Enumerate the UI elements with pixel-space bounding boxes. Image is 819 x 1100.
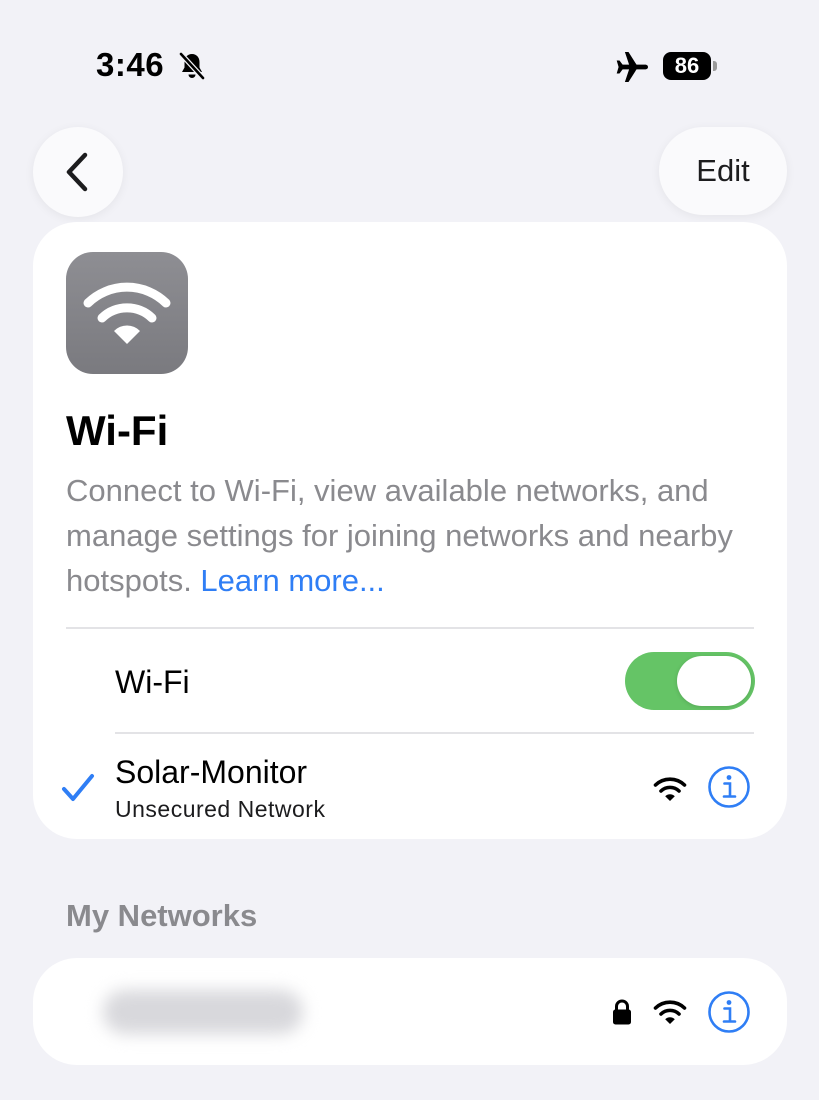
page-description: Connect to Wi-Fi, view available network… <box>66 468 756 603</box>
edit-button[interactable]: Edit <box>659 127 787 215</box>
my-networks-header: My Networks <box>66 898 258 933</box>
my-networks-list <box>33 958 787 1065</box>
info-icon[interactable] <box>707 990 751 1034</box>
divider <box>66 627 754 629</box>
wifi-app-icon <box>66 252 188 374</box>
checkmark-icon <box>62 774 94 801</box>
lock-icon <box>613 999 631 1025</box>
chevron-left-icon <box>66 152 88 192</box>
wifi-settings-screen: 3:46 86 Edit Wi-Fi Connect to Wi-Fi, vie… <box>0 0 819 1100</box>
wifi-card: Wi-Fi Connect to Wi-Fi, view available n… <box>33 222 787 839</box>
info-icon[interactable] <box>707 765 751 809</box>
battery-cap <box>713 61 717 71</box>
battery-indicator: 86 <box>663 52 711 80</box>
wifi-signal-icon <box>653 1000 687 1024</box>
toggle-knob <box>677 656 751 706</box>
page-title: Wi-Fi <box>66 407 169 454</box>
description-text: Connect to Wi-Fi, view available network… <box>66 473 733 598</box>
bell-slash-icon <box>179 52 205 80</box>
airplane-icon <box>616 52 648 82</box>
wifi-toggle[interactable] <box>625 652 755 710</box>
wifi-signal-icon <box>653 777 687 801</box>
wifi-toggle-label: Wi-Fi <box>115 664 190 700</box>
learn-more-link[interactable]: Learn more... <box>200 563 384 598</box>
blurred-network-name[interactable] <box>103 990 303 1034</box>
status-time: 3:46 <box>96 46 165 83</box>
wifi-icon <box>83 282 171 344</box>
current-network-name[interactable]: Solar-Monitor <box>115 754 307 791</box>
divider <box>115 732 754 734</box>
current-network-subtitle: Unsecured Network <box>115 796 326 822</box>
back-button[interactable] <box>33 127 123 217</box>
